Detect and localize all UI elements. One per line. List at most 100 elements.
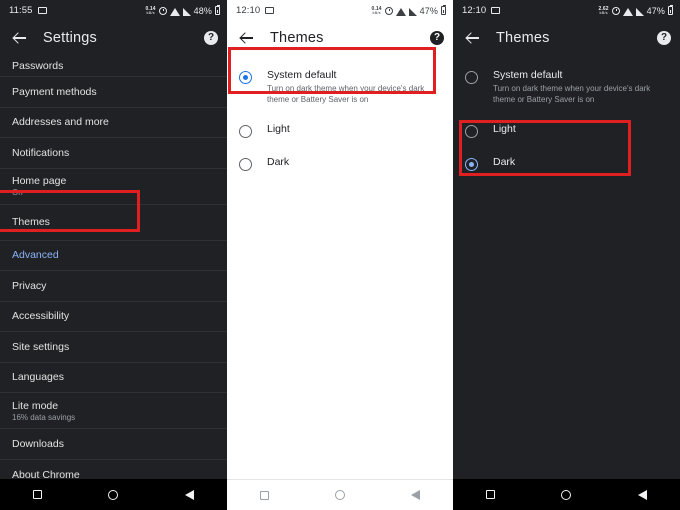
wifi-icon bbox=[622, 7, 633, 16]
theme-option-dark[interactable]: Dark bbox=[227, 147, 453, 180]
triangle-back-icon[interactable] bbox=[411, 490, 420, 500]
battery-percent: 47% bbox=[646, 5, 665, 16]
radio-button-dark[interactable] bbox=[239, 158, 252, 171]
signal-icon bbox=[635, 7, 644, 16]
theme-option-system-default[interactable]: System default Turn on dark theme when y… bbox=[453, 60, 680, 114]
theme-options-list: System default Turn on dark theme when y… bbox=[453, 55, 680, 180]
settings-row-payment-methods[interactable]: Payment methods bbox=[0, 77, 227, 108]
option-text: System default Turn on dark theme when y… bbox=[493, 69, 666, 105]
status-time: 11:55 bbox=[9, 5, 33, 16]
status-time: 12:10 bbox=[462, 5, 487, 16]
data-rate-unit: kB/s bbox=[146, 9, 155, 15]
battery-percent: 48% bbox=[193, 5, 212, 16]
option-label: Light bbox=[267, 123, 290, 135]
option-text: Light bbox=[493, 123, 516, 136]
square-recents-icon[interactable] bbox=[33, 490, 43, 499]
option-text: Dark bbox=[493, 156, 515, 169]
data-rate-icon: 2.62 kB/s bbox=[599, 6, 609, 15]
settings-row-notifications[interactable]: Notifications bbox=[0, 138, 227, 169]
triangle-back-icon[interactable] bbox=[637, 489, 647, 500]
cast-icon bbox=[37, 7, 47, 14]
square-recents-icon[interactable] bbox=[260, 490, 269, 500]
help-icon[interactable]: ? bbox=[657, 31, 671, 45]
theme-option-light[interactable]: Light bbox=[227, 114, 453, 147]
settings-row-advanced[interactable]: Advanced bbox=[0, 241, 227, 271]
radio-button-light[interactable] bbox=[465, 125, 478, 138]
option-label: Light bbox=[493, 123, 516, 135]
row-title: Notifications bbox=[12, 146, 70, 159]
status-bar: 12:10 2.62 kB/s 47% bbox=[453, 0, 680, 21]
settings-row-passwords[interactable]: Passwords bbox=[0, 55, 227, 77]
settings-row-languages[interactable]: Languages bbox=[0, 363, 227, 393]
panel-themes-dark: 12:10 2.62 kB/s 47% Themes ? System defa… bbox=[453, 0, 680, 510]
panel-themes-light: 12:10 0.14 kB/s 47% Themes ? System defa… bbox=[227, 0, 453, 510]
row-title: Themes bbox=[12, 216, 50, 228]
status-bar-right: 0.14 kB/s 48% bbox=[146, 4, 220, 16]
radio-button-system-default[interactable] bbox=[239, 71, 252, 84]
data-rate-icon: 0.14 kB/s bbox=[146, 6, 156, 15]
back-arrow-icon[interactable] bbox=[236, 27, 258, 49]
status-bar-right: 2.62 kB/s 47% bbox=[599, 4, 673, 16]
settings-row-themes[interactable]: Themes bbox=[0, 205, 227, 241]
option-description: Turn on dark theme when your device's da… bbox=[493, 84, 651, 104]
settings-row-site-settings[interactable]: Site settings bbox=[0, 332, 227, 363]
triangle-back-icon[interactable] bbox=[184, 489, 194, 500]
wifi-icon bbox=[169, 7, 180, 16]
option-label: Dark bbox=[267, 156, 290, 168]
panel-settings: 11:55 0.14 kB/s 48% Settings ? Passwords… bbox=[0, 0, 227, 510]
help-glyph: ? bbox=[660, 32, 668, 43]
cast-icon bbox=[491, 7, 501, 14]
three-panel-screenshot: 11:55 0.14 kB/s 48% Settings ? Passwords… bbox=[0, 0, 680, 510]
radio-button-system-default[interactable] bbox=[465, 71, 478, 84]
alarm-icon bbox=[611, 6, 620, 15]
settings-row-downloads[interactable]: Downloads bbox=[0, 429, 227, 460]
option-text: Light bbox=[267, 123, 290, 136]
page-title: Themes bbox=[270, 30, 324, 46]
theme-option-system-default[interactable]: System default Turn on dark theme when y… bbox=[227, 60, 453, 114]
system-nav-bar bbox=[227, 479, 453, 510]
back-arrow-icon[interactable] bbox=[462, 27, 484, 49]
settings-row-accessibility[interactable]: Accessibility bbox=[0, 302, 227, 332]
status-time: 12:10 bbox=[236, 5, 261, 16]
circle-home-icon[interactable] bbox=[108, 489, 119, 500]
square-recents-icon[interactable] bbox=[486, 490, 496, 499]
alarm-icon bbox=[158, 6, 167, 15]
status-bar-left: 12:10 bbox=[236, 5, 275, 16]
option-description: Turn on dark theme when your device's da… bbox=[267, 84, 425, 104]
page-title: Themes bbox=[496, 30, 550, 46]
circle-home-icon[interactable] bbox=[335, 490, 345, 500]
row-title: Advanced bbox=[12, 249, 59, 262]
help-icon[interactable]: ? bbox=[204, 31, 218, 45]
option-label: System default bbox=[267, 69, 337, 81]
page-title: Settings bbox=[43, 30, 97, 46]
settings-row-lite-mode[interactable]: Lite mode 16% data savings bbox=[0, 393, 227, 429]
radio-button-dark[interactable] bbox=[465, 158, 478, 171]
theme-option-light[interactable]: Light bbox=[453, 114, 680, 147]
app-bar: Themes ? bbox=[453, 21, 680, 55]
option-label: System default bbox=[493, 69, 563, 81]
app-bar: Settings ? bbox=[0, 21, 227, 55]
status-bar: 12:10 0.14 kB/s 47% bbox=[227, 0, 453, 21]
radio-button-light[interactable] bbox=[239, 125, 252, 138]
row-title: Site settings bbox=[12, 340, 70, 353]
help-icon[interactable]: ? bbox=[430, 31, 444, 45]
row-title: Passwords bbox=[12, 59, 64, 72]
row-title: Accessibility bbox=[12, 310, 70, 323]
theme-option-dark[interactable]: Dark bbox=[453, 147, 680, 180]
alarm-icon bbox=[384, 6, 393, 15]
settings-row-privacy[interactable]: Privacy bbox=[0, 271, 227, 302]
signal-icon bbox=[182, 7, 191, 16]
row-title: Lite mode bbox=[12, 399, 59, 412]
status-bar: 11:55 0.14 kB/s 48% bbox=[0, 0, 227, 21]
status-bar-left: 11:55 bbox=[9, 5, 47, 16]
circle-home-icon[interactable] bbox=[561, 489, 572, 500]
row-title: Downloads bbox=[12, 437, 64, 450]
settings-row-home-page[interactable]: Home page On bbox=[0, 169, 227, 205]
option-label: Dark bbox=[493, 156, 516, 168]
row-title: Home page bbox=[12, 175, 67, 187]
back-arrow-icon[interactable] bbox=[9, 27, 31, 49]
battery-percent: 47% bbox=[419, 5, 438, 16]
row-title: Addresses and more bbox=[12, 116, 109, 129]
settings-row-addresses-and-more[interactable]: Addresses and more bbox=[0, 108, 227, 138]
row-subtitle: 16% data savings bbox=[12, 412, 76, 422]
